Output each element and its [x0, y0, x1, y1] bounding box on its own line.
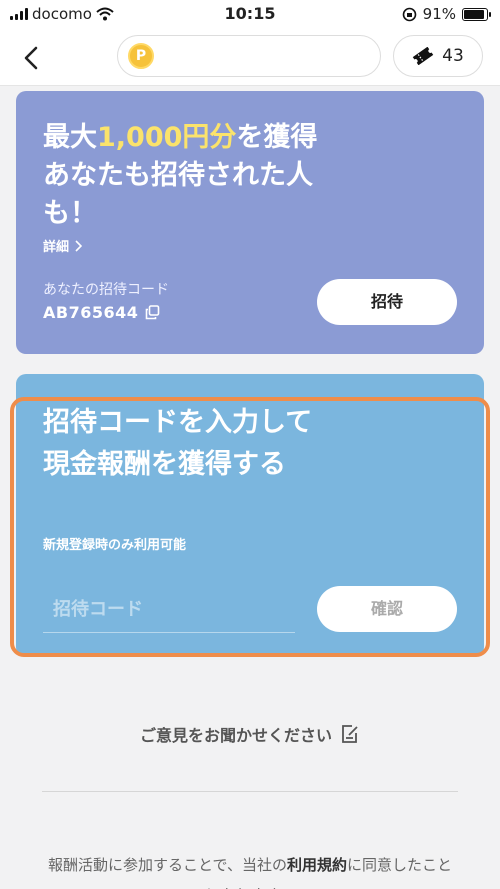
invite-headline: 最大1,000円分を獲得 あなたも招待された人も！	[43, 119, 343, 233]
enter-code-note: 新規登録時のみ利用可能	[43, 538, 187, 553]
back-button[interactable]	[18, 44, 46, 72]
status-right: 91%	[402, 5, 491, 23]
points-pill[interactable]: P	[117, 35, 381, 77]
ticket-icon	[412, 47, 434, 65]
invite-card: 最大1,000円分を獲得 あなたも招待された人も！ 詳細 あなたの招待コード A…	[16, 91, 484, 354]
invite-code: AB765644	[43, 303, 160, 322]
ticket-count: 43	[442, 46, 464, 66]
headline-prefix: 最大	[43, 122, 97, 153]
feedback-link[interactable]: ご意見をお聞かせください	[0, 722, 500, 746]
terms-link[interactable]: 利用規約	[287, 856, 347, 874]
status-bar: docomo 10:15 91%	[0, 0, 500, 30]
invite-code-value: AB765644	[43, 303, 139, 322]
chevron-left-icon	[24, 46, 38, 70]
ticket-pill[interactable]: 43	[393, 35, 483, 77]
divider	[42, 791, 458, 792]
details-label: 詳細	[43, 240, 70, 255]
orientation-lock-icon	[402, 7, 416, 21]
invite-code-label: あなたの招待コード	[43, 282, 169, 298]
confirm-button[interactable]: 確認	[317, 586, 457, 632]
battery-percent: 91%	[422, 5, 456, 23]
p-coin-icon: P	[128, 43, 154, 69]
battery-icon	[462, 7, 491, 21]
nav-bar: P 43	[0, 30, 500, 86]
headline-highlight: 1,000円分	[97, 122, 237, 153]
terms-text: 報酬活動に参加することで、当社の利用規約に同意したことになります。	[42, 850, 458, 889]
battery-level-fill	[464, 9, 485, 19]
invite-code-input[interactable]	[43, 587, 295, 633]
feedback-label: ご意見をお聞かせください	[139, 726, 332, 745]
enter-code-card: 招待コードを入力して現金報酬を獲得する 新規登録時のみ利用可能 確認	[16, 374, 484, 657]
chevron-right-icon	[75, 239, 83, 252]
copy-icon[interactable]	[145, 305, 160, 320]
invite-button[interactable]: 招待	[317, 279, 457, 325]
edit-note-icon	[342, 725, 358, 743]
terms-prefix: 報酬活動に参加することで、当社の	[48, 856, 287, 874]
details-link[interactable]: 詳細	[43, 236, 83, 255]
enter-code-headline: 招待コードを入力して現金報酬を獲得する	[43, 407, 313, 480]
